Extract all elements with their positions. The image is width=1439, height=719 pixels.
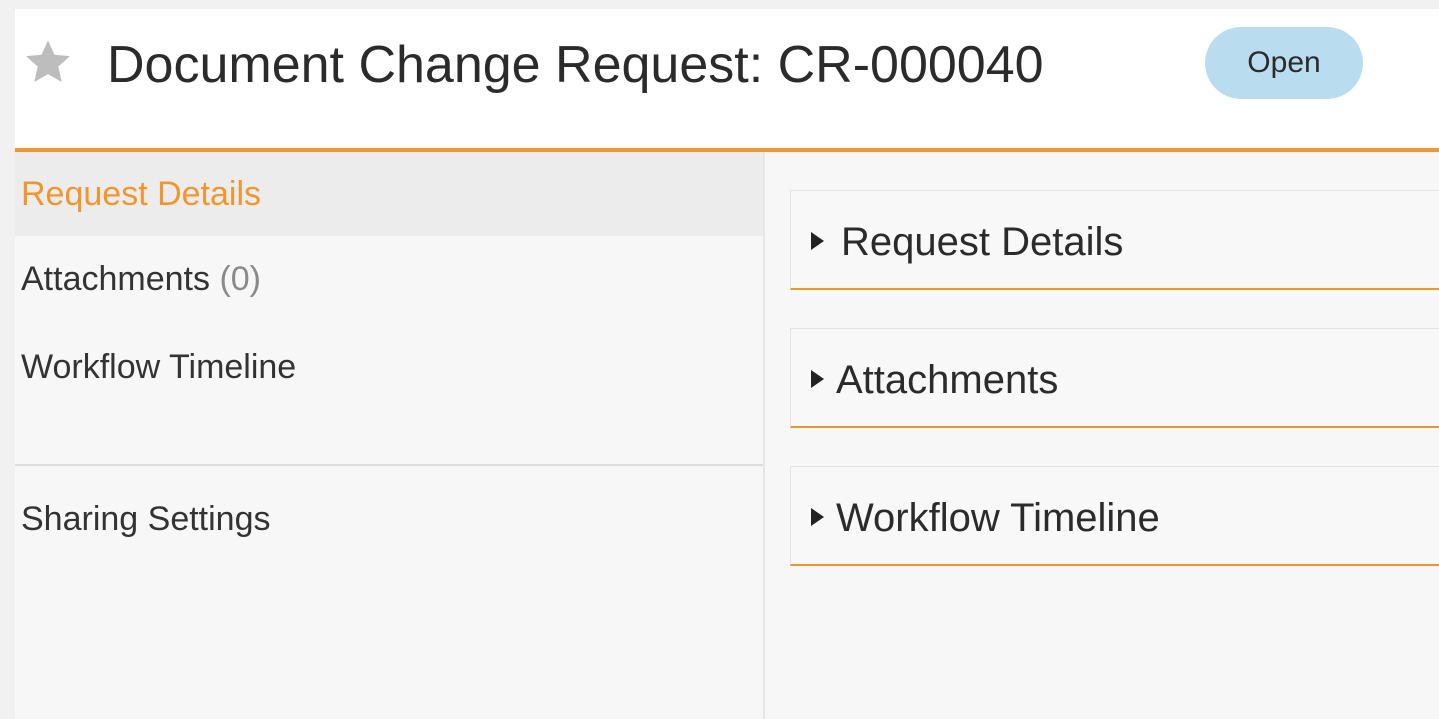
main-content: Request Details Attachments Workflow Tim… — [765, 152, 1439, 719]
sidebar-item-label: Workflow Timeline — [21, 348, 297, 386]
sidebar-item-label: Attachments — [21, 260, 210, 298]
sidebar-nav: Request Details Attachments (0) Workflow… — [15, 152, 765, 719]
star-icon[interactable] — [23, 37, 73, 87]
caret-right-icon — [811, 370, 824, 388]
section-title: Request Details — [841, 220, 1124, 264]
sidebar-item-attachments[interactable]: Attachments (0) — [15, 244, 763, 314]
sidebar-item-workflow-timeline[interactable]: Workflow Timeline — [15, 332, 763, 402]
sidebar-item-label: Request Details — [21, 175, 262, 213]
record-header: Document Change Request: CR-000040 Open — [15, 9, 1439, 152]
section-request-details[interactable]: Request Details — [790, 190, 1439, 290]
sidebar-divider — [15, 464, 763, 466]
section-title: Workflow Timeline — [836, 496, 1160, 540]
section-workflow-timeline[interactable]: Workflow Timeline — [790, 466, 1439, 566]
caret-right-icon — [811, 508, 824, 526]
section-title: Attachments — [836, 358, 1059, 402]
page-title: Document Change Request: CR-000040 — [107, 36, 1044, 94]
page-container: Document Change Request: CR-000040 Open … — [15, 9, 1439, 719]
section-attachments[interactable]: Attachments — [790, 328, 1439, 428]
sidebar-item-sharing-settings[interactable]: Sharing Settings — [15, 484, 763, 554]
sidebar-item-request-details[interactable]: Request Details — [15, 152, 763, 236]
caret-right-icon — [811, 232, 824, 250]
status-badge: Open — [1205, 27, 1363, 99]
sidebar-item-label: Sharing Settings — [21, 500, 271, 538]
attachments-count: (0) — [219, 260, 261, 298]
